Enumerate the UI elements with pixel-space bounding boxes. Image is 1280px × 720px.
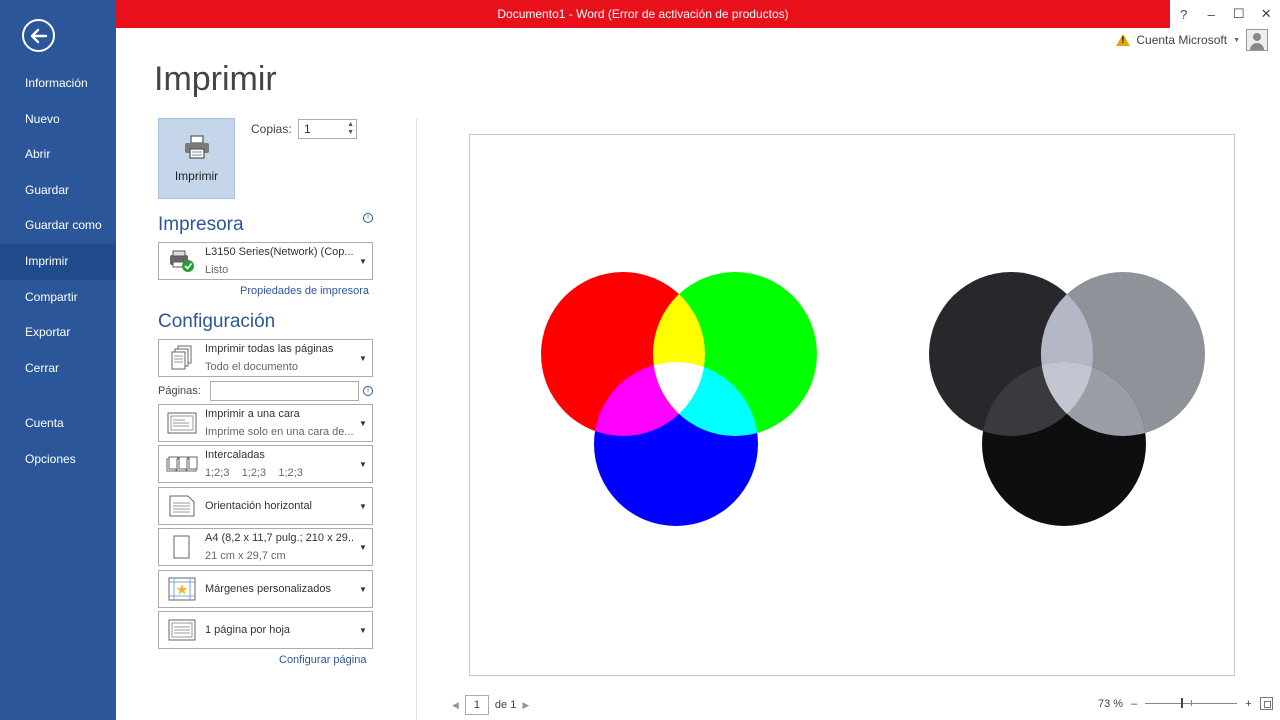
nav-item-nuevo[interactable]: Nuevo bbox=[0, 102, 116, 138]
margins-icon bbox=[159, 577, 205, 601]
orientation-dropdown[interactable]: Orientación horizontal ▼ bbox=[158, 487, 373, 525]
previous-page-icon[interactable]: ◀ bbox=[452, 700, 459, 711]
copies-stepper[interactable]: 1 ▲ ▼ bbox=[298, 119, 357, 139]
pages-per-sheet-title: 1 página por hoja bbox=[205, 624, 291, 636]
collation-subtitle: 1;2;3 1;2;3 1;2;3 bbox=[205, 467, 303, 479]
print-button[interactable]: Imprimir bbox=[158, 118, 235, 199]
paper-size-subtitle: 21 cm x 29,7 cm bbox=[205, 550, 286, 562]
window-title: Documento1 - Word (Error de activación d… bbox=[497, 7, 789, 21]
printer-heading: Impresora bbox=[158, 214, 244, 235]
panel-divider bbox=[416, 118, 417, 720]
paper-size-title: A4 (8,2 x 11,7 pulg.; 210 x 29... bbox=[205, 532, 354, 544]
dropdown-arrow-icon[interactable]: ▼ bbox=[354, 354, 372, 363]
sides-dropdown[interactable]: Imprimir a una cara Imprime solo en una … bbox=[158, 404, 373, 442]
print-preview-page bbox=[469, 134, 1235, 676]
collated-icon bbox=[159, 455, 205, 473]
printer-dropdown[interactable]: L3150 Series(Network) (Cop... Listo ▼ bbox=[158, 242, 373, 280]
title-bar: Documento1 - Word (Error de activación d… bbox=[116, 0, 1170, 28]
dropdown-arrow-icon[interactable]: ▼ bbox=[354, 585, 372, 594]
nav-item-guardar[interactable]: Guardar bbox=[0, 173, 116, 209]
nav-item-cuenta[interactable]: Cuenta bbox=[0, 406, 116, 442]
collation-title: Intercaladas bbox=[205, 449, 265, 461]
dropdown-arrow-icon[interactable]: ▼ bbox=[354, 419, 372, 428]
back-arrow-icon bbox=[30, 28, 47, 43]
backstage-sidebar: Información Nuevo Abrir Guardar Guardar … bbox=[0, 0, 116, 720]
print-range-subtitle: Todo el documento bbox=[205, 361, 298, 373]
zoom-level[interactable]: 73 % bbox=[1098, 698, 1123, 710]
zoom-slider-tick bbox=[1191, 700, 1193, 706]
back-button[interactable] bbox=[22, 19, 55, 52]
nav-item-abrir[interactable]: Abrir bbox=[0, 137, 116, 173]
dropdown-arrow-icon[interactable]: ▼ bbox=[354, 543, 372, 552]
paper-size-icon bbox=[159, 535, 205, 559]
dropdown-arrow-icon[interactable]: ▼ bbox=[354, 257, 372, 266]
spinner-arrows-icon[interactable]: ▲ ▼ bbox=[347, 121, 354, 137]
dropdown-arrow-icon[interactable]: ▼ bbox=[354, 626, 372, 635]
page-navigation: ◀ 1 de 1 ▶ bbox=[452, 695, 529, 715]
page-setup-link[interactable]: Configurar página bbox=[279, 654, 366, 666]
nav-item-opciones[interactable]: Opciones bbox=[0, 442, 116, 478]
maximize-button[interactable]: ☐ bbox=[1225, 6, 1252, 22]
zoom-out-button[interactable]: – bbox=[1131, 698, 1137, 710]
grayscale-venn-diagram bbox=[929, 272, 1205, 526]
printer-properties-link[interactable]: Propiedades de impresora bbox=[240, 285, 369, 297]
margins-title: Márgenes personalizados bbox=[205, 583, 331, 595]
zoom-slider-thumb[interactable] bbox=[1181, 698, 1184, 708]
rgb-venn-diagram bbox=[541, 272, 817, 526]
next-page-icon[interactable]: ▶ bbox=[522, 700, 529, 711]
print-range-dropdown[interactable]: Imprimir todas las páginas Todo el docum… bbox=[158, 339, 373, 377]
printer-name: L3150 Series(Network) (Cop... bbox=[205, 246, 354, 258]
page-title: Imprimir bbox=[154, 60, 277, 98]
zoom-in-button[interactable]: + bbox=[1245, 698, 1251, 710]
zoom-to-page-icon[interactable] bbox=[1259, 697, 1273, 710]
sides-title: Imprimir a una cara bbox=[205, 408, 300, 420]
pages-input[interactable] bbox=[210, 381, 359, 401]
blue-circle bbox=[594, 362, 758, 526]
paper-size-dropdown[interactable]: A4 (8,2 x 11,7 pulg.; 210 x 29... 21 cm … bbox=[158, 528, 373, 566]
info-icon[interactable]: i bbox=[363, 386, 373, 396]
nav-item-imprimir[interactable]: Imprimir bbox=[0, 243, 116, 280]
margins-dropdown[interactable]: Márgenes personalizados ▼ bbox=[158, 570, 373, 608]
orientation-icon bbox=[159, 495, 205, 517]
info-icon[interactable]: i bbox=[363, 213, 373, 223]
pages-per-sheet-icon bbox=[159, 619, 205, 641]
sides-subtitle: Imprime solo en una cara de... bbox=[205, 426, 354, 438]
nav-item-guardar-como[interactable]: Guardar como bbox=[0, 208, 116, 244]
backstage-nav: Información Nuevo Abrir Guardar Guardar … bbox=[0, 66, 116, 478]
dropdown-arrow-icon[interactable]: ▼ bbox=[354, 460, 372, 469]
print-button-label: Imprimir bbox=[174, 168, 219, 183]
page-of-label: de 1 bbox=[494, 699, 517, 711]
print-view: Imprimir Imprimir Copias: 1 ▲ ▼ Impresora… bbox=[116, 28, 1280, 720]
nav-item-informacion[interactable]: Información bbox=[0, 66, 116, 102]
printer-status: Listo bbox=[205, 264, 229, 276]
nav-item-compartir[interactable]: Compartir bbox=[0, 280, 116, 316]
print-range-title: Imprimir todas las páginas bbox=[205, 343, 334, 355]
pages-label: Páginas: bbox=[158, 385, 201, 397]
nav-item-cerrar[interactable]: Cerrar bbox=[0, 351, 116, 387]
pages-per-sheet-dropdown[interactable]: 1 página por hoja ▼ bbox=[158, 611, 373, 649]
printer-status-icon bbox=[159, 249, 205, 273]
nav-item-exportar[interactable]: Exportar bbox=[0, 315, 116, 351]
zoom-control: 73 % – + bbox=[1098, 697, 1273, 710]
one-sided-icon bbox=[159, 412, 205, 434]
copies-value[interactable]: 1 bbox=[304, 122, 311, 136]
collation-dropdown[interactable]: Intercaladas 1;2;3 1;2;3 1;2;3 ▼ bbox=[158, 445, 373, 483]
copies-label: Copias: bbox=[251, 122, 292, 136]
minimize-button[interactable]: – bbox=[1198, 7, 1225, 22]
page-number-input[interactable]: 1 bbox=[464, 695, 489, 715]
help-button[interactable]: ? bbox=[1170, 7, 1197, 22]
close-button[interactable]: ✕ bbox=[1253, 6, 1280, 22]
orientation-title: Orientación horizontal bbox=[205, 500, 313, 512]
settings-heading: Configuración bbox=[158, 311, 276, 332]
window-controls: ? – ☐ ✕ bbox=[1170, 0, 1280, 28]
zoom-slider[interactable] bbox=[1145, 698, 1238, 708]
pages-icon bbox=[159, 345, 205, 371]
printer-icon bbox=[184, 134, 209, 159]
preview-content bbox=[541, 272, 1205, 526]
dropdown-arrow-icon[interactable]: ▼ bbox=[354, 502, 372, 511]
